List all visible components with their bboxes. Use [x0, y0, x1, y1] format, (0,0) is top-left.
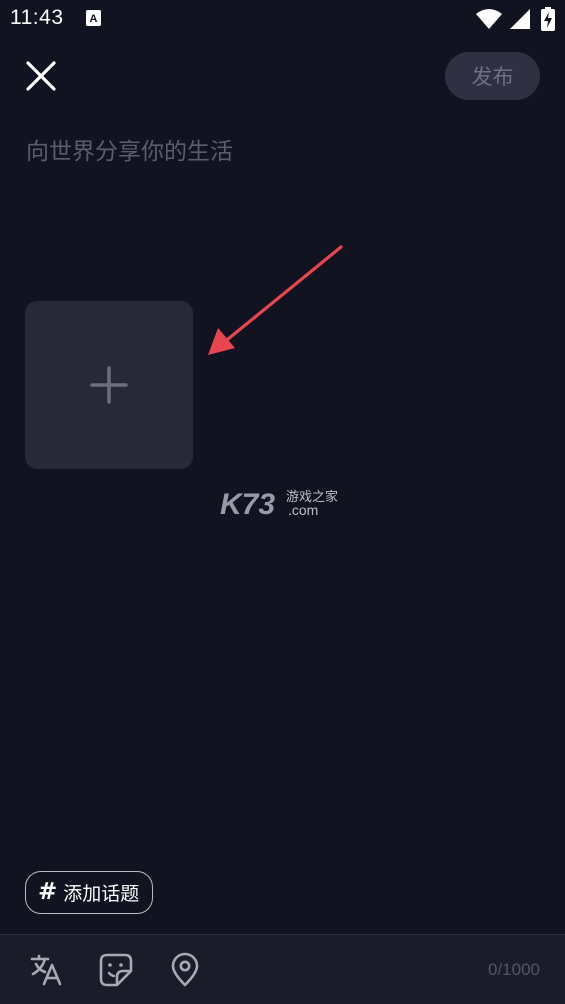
- sticker-icon[interactable]: [98, 952, 134, 988]
- character-counter: 0/1000: [488, 960, 540, 979]
- post-text-input[interactable]: [26, 132, 536, 192]
- battery-charging-icon: [541, 7, 555, 31]
- watermark-logo: K73 游戏之家 .com: [218, 484, 348, 524]
- plus-icon: [90, 366, 128, 404]
- location-pin-icon[interactable]: [167, 952, 203, 988]
- hashtag-icon: #: [38, 879, 58, 905]
- bottom-toolbar: 0/1000: [0, 934, 565, 1004]
- annotation-arrow: [208, 245, 343, 355]
- close-button[interactable]: [20, 55, 62, 97]
- publish-button[interactable]: 发布: [445, 52, 540, 100]
- signal-icon: [509, 8, 531, 30]
- wifi-icon: [475, 8, 503, 30]
- status-time: 11:43: [10, 6, 64, 29]
- add-topic-label: 添加话题: [63, 883, 140, 905]
- svg-text:A: A: [90, 13, 98, 25]
- watermark-brand: K73: [220, 488, 275, 521]
- close-icon: [26, 61, 56, 91]
- add-media-button[interactable]: [25, 301, 193, 469]
- add-topic-button[interactable]: # 添加话题: [25, 871, 154, 914]
- watermark-domain: .com: [288, 502, 318, 518]
- text-a-icon: A: [86, 10, 101, 26]
- translate-icon[interactable]: [28, 952, 64, 988]
- status-indicators: [475, 6, 555, 32]
- compose-post-screen: 11:43 A 发布 向世界分享你的生活 K73 游戏之家 .com # 添加话…: [0, 0, 565, 1004]
- status-bar: 11:43 A: [0, 0, 565, 38]
